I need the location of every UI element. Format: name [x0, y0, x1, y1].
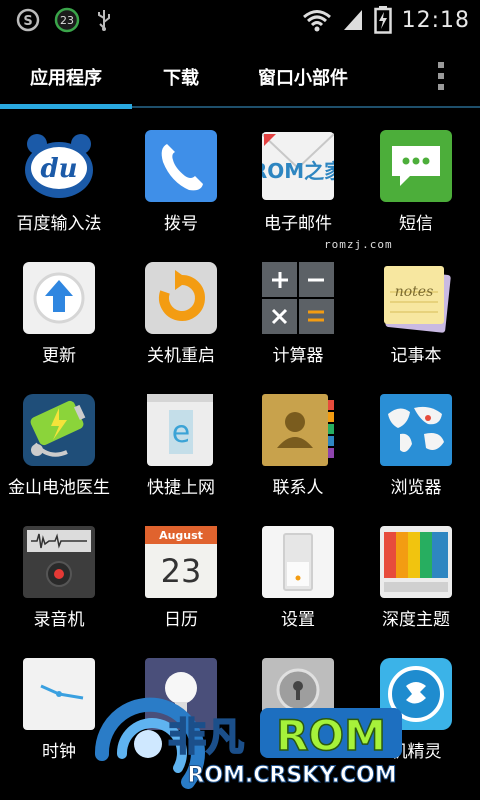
reboot-icon [145, 262, 217, 334]
app-drawer-tabs: 应用程序 下载 窗口小部件 [0, 38, 480, 109]
romzj-watermark-text: romzj.com [324, 238, 393, 251]
recorder-icon [23, 526, 95, 598]
app-label: 深度主题 [382, 610, 450, 630]
usb-icon [98, 10, 110, 31]
sms-icon [380, 130, 452, 202]
app-label: 设置 [281, 610, 315, 630]
app-recorder[interactable]: 录音机 [0, 508, 118, 640]
notification-badge-icon: 23 [54, 7, 80, 33]
battery-charging-icon [373, 6, 392, 34]
app-label: 拨号 [164, 214, 198, 234]
app-reboot[interactable]: 关机重启 [122, 244, 240, 376]
app-browser[interactable]: 浏览器 [357, 376, 475, 508]
app-s-icon: S [16, 8, 40, 32]
app-calendar[interactable]: August 23 日历 [122, 508, 240, 640]
watermark-brand-cn: 非凡 [168, 715, 244, 759]
calculator-icon [262, 262, 334, 334]
notepad-icon-text: notes [395, 284, 434, 300]
phone-icon [145, 130, 217, 202]
svg-text:du: du [40, 154, 77, 184]
notification-count: 23 [60, 14, 74, 27]
app-quick-web[interactable]: e 快捷上网 [122, 376, 240, 508]
app-label: 浏览器 [390, 478, 442, 498]
app-sms[interactable]: 短信 [357, 112, 475, 244]
tab-apps[interactable]: 应用程序 [30, 64, 102, 90]
app-label: 金山电池医生 [8, 478, 110, 498]
app-label: 计算器 [272, 346, 324, 366]
app-label: 日历 [164, 610, 198, 630]
status-bar: S 23 12:18 [0, 0, 480, 38]
settings-switch-icon [262, 526, 334, 598]
svg-text:e: e [172, 415, 190, 450]
overflow-menu-icon[interactable] [438, 62, 444, 96]
watermark-url: ROM.CRSKY.COM [187, 763, 396, 788]
app-label: 录音机 [33, 610, 85, 630]
app-battery-doctor[interactable]: 金山电池医生 [0, 376, 118, 508]
status-time: 12:18 [401, 7, 470, 33]
calendar-icon-month: August [159, 529, 203, 542]
app-label: 电子邮件 [264, 214, 332, 234]
tab-widgets[interactable]: 窗口小部件 [258, 64, 348, 90]
app-calculator[interactable]: 计算器 [239, 244, 357, 376]
browser-e-icon: e [147, 394, 213, 466]
email-icon: ROM之家 [262, 132, 334, 200]
app-contacts[interactable]: 联系人 [239, 376, 357, 508]
app-baidu-input[interactable]: du 百度输入法 [0, 112, 118, 244]
svg-text:S: S [23, 14, 32, 29]
tab-downloads[interactable]: 下载 [163, 64, 199, 90]
globe-icon [380, 394, 452, 466]
signal-icon [343, 10, 362, 30]
app-notepad[interactable]: notes 记事本 [357, 244, 475, 376]
app-phone[interactable]: 拨号 [122, 112, 240, 244]
app-email[interactable]: ROM之家 电子邮件 [239, 112, 357, 244]
app-label: 记事本 [390, 346, 442, 366]
app-settings[interactable]: 设置 [239, 508, 357, 640]
app-label: 关机重启 [147, 346, 215, 366]
app-label: 短信 [399, 214, 433, 234]
notepad-icon: notes [384, 266, 451, 333]
app-label: 百度输入法 [16, 214, 102, 234]
tab-active-indicator [0, 104, 132, 109]
theme-icon [380, 526, 452, 598]
watermark-brand-rom: ROM [276, 711, 386, 760]
app-update[interactable]: 更新 [0, 244, 118, 376]
clock-icon [23, 658, 95, 730]
baidu-input-icon: du [25, 134, 93, 198]
calendar-icon-day: 23 [161, 552, 202, 590]
crsky-rom-watermark: 非凡 ROM ROM.CRSKY.COM [94, 697, 402, 789]
app-deepin-theme[interactable]: 深度主题 [357, 508, 475, 640]
update-icon [23, 262, 95, 334]
calendar-icon: August 23 [145, 526, 217, 598]
contacts-icon [262, 394, 334, 466]
app-label: 联系人 [272, 478, 324, 498]
email-icon-text: ROM之家 [262, 159, 334, 183]
wifi-icon [302, 10, 331, 32]
app-label: 快捷上网 [147, 478, 215, 498]
battery-doctor-icon [23, 394, 95, 466]
app-label: 更新 [42, 346, 76, 366]
